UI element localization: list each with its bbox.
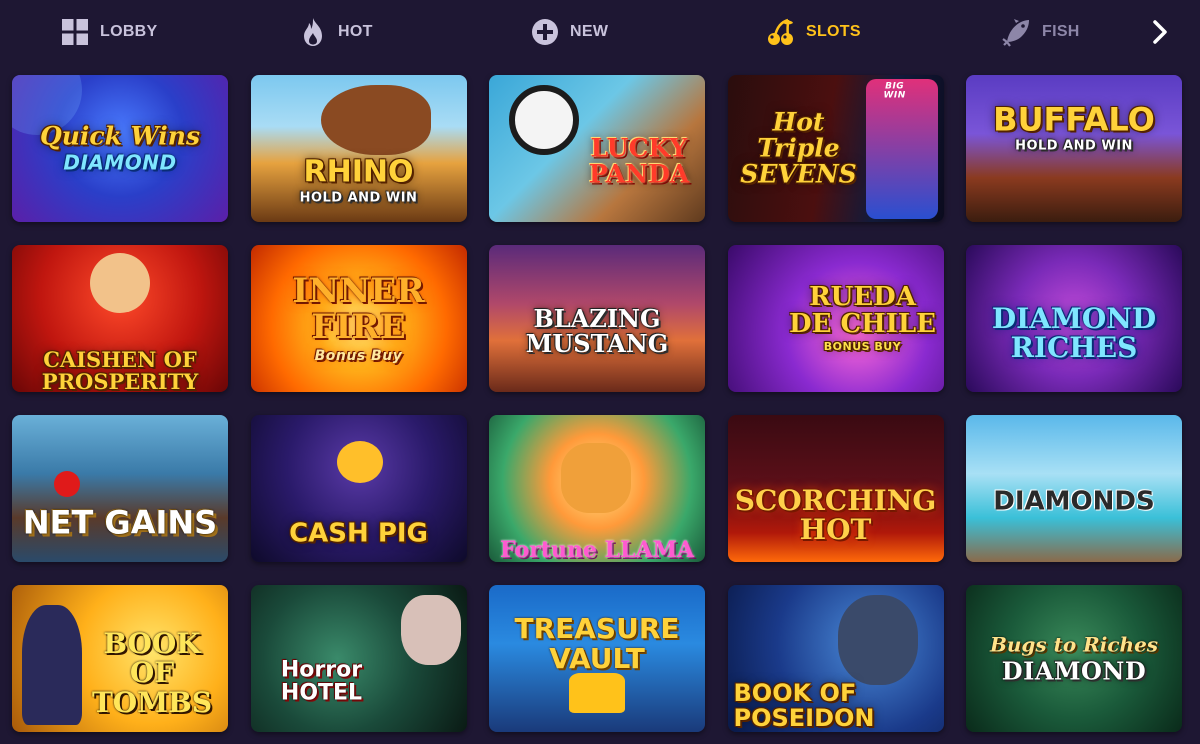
game-tile-inner-fire[interactable]: INNER FIRE Bonus Buy xyxy=(250,245,467,392)
game-title: BUFFALO HOLD AND WIN xyxy=(972,75,1176,187)
game-title: Bugs to Riches DIAMOND xyxy=(972,613,1176,704)
game-subtitle: BIG WIN xyxy=(883,80,906,101)
game-title-text: INNER FIRE xyxy=(292,270,425,347)
game-tile-rueda-de-chile[interactable]: RUEDA DE CHILE BONUS BUY xyxy=(727,245,944,392)
game-tile-diamond-riches[interactable]: DIAMOND RICHES xyxy=(966,245,1182,392)
grid-icon xyxy=(60,17,90,47)
game-title-text: BOOK OF TOMBS xyxy=(91,627,213,719)
game-tile-bugs-to-riches[interactable]: Bugs to Riches DIAMOND xyxy=(966,585,1182,732)
game-title: LUCKY PANDA xyxy=(579,109,699,188)
game-title: Horror HOTEL xyxy=(257,636,387,705)
game-title: BOOK OF POSEIDON xyxy=(734,656,938,732)
game-tile-diamonds[interactable]: DIAMONDS xyxy=(966,415,1182,562)
game-tile-scorching-hot[interactable]: SCORCHING HOT xyxy=(727,415,944,562)
game-title: Hot Triple SEVENS BIG WIN xyxy=(734,81,905,214)
game-tile-book-of-tombs[interactable]: BOOK OF TOMBS xyxy=(12,585,228,732)
llama-decor xyxy=(561,443,631,513)
game-title-text: DIAMOND RICHES xyxy=(991,301,1157,365)
game-title-text: CAISHEN OF PROSPERITY xyxy=(41,346,199,392)
game-title-text: LUCKY PANDA xyxy=(588,133,690,189)
game-title: NET GAINS xyxy=(18,473,222,540)
game-title-text: BLAZING MUSTANG xyxy=(525,303,669,359)
panda-decor xyxy=(509,85,579,155)
game-title: CASH PIG xyxy=(257,494,461,549)
game-title: RHINO HOLD AND WIN xyxy=(257,125,461,222)
vampire-decor xyxy=(400,595,461,665)
nav-next-button[interactable] xyxy=(1144,18,1176,50)
pig-decor xyxy=(336,441,383,483)
cherries-icon xyxy=(766,17,796,47)
game-title: RUEDA DE CHILE BONUS BUY xyxy=(788,257,938,381)
game-subtitle: Bonus Buy xyxy=(314,347,403,364)
game-tile-cash-pig[interactable]: CASH PIG xyxy=(250,415,467,562)
nav-label-new: NEW xyxy=(570,23,609,40)
anubis-decor xyxy=(22,605,82,725)
game-subtitle: HOLD AND WIN xyxy=(1015,138,1133,154)
game-tile-book-of-poseidon[interactable]: BOOK OF POSEIDON xyxy=(727,585,944,732)
game-title-text: RUEDA DE CHILE xyxy=(789,281,936,340)
game-title-text: DIAMONDS xyxy=(993,486,1155,517)
nav-new[interactable]: NEW xyxy=(530,14,608,50)
game-tile-horror-hotel[interactable]: Horror HOTEL xyxy=(250,585,467,732)
fish-icon xyxy=(1002,17,1032,47)
game-tile-treasure-vault[interactable]: TREASURE VAULT xyxy=(489,585,705,732)
flame-icon xyxy=(298,17,328,47)
crown-decor xyxy=(569,673,625,713)
nav-label-lobby: LOBBY xyxy=(100,23,158,40)
game-tile-hot-triple-sevens[interactable]: Hot Triple SEVENS BIG WIN xyxy=(727,75,944,222)
nav-hot[interactable]: HOT xyxy=(298,14,373,50)
game-tile-caishen[interactable]: CAISHEN OF PROSPERITY xyxy=(12,245,228,392)
game-title-text: NET GAINS xyxy=(22,503,218,542)
nav-slots[interactable]: SLOTS xyxy=(766,14,861,50)
nav-label-fish: FISH xyxy=(1042,23,1080,40)
game-title-text: RHINO xyxy=(303,154,414,190)
game-title: Fortune LLAMA xyxy=(495,515,699,561)
game-subtitle: DIAMOND xyxy=(1001,655,1147,685)
game-subtitle: BONUS BUY xyxy=(823,340,902,354)
nav-label-slots: SLOTS xyxy=(806,23,861,40)
plus-circle-icon xyxy=(530,17,560,47)
game-title: DIAMOND RICHES xyxy=(972,274,1176,365)
game-title-text: TREASURE VAULT xyxy=(514,612,680,675)
game-tile-quick-wins-diamond[interactable]: Quick Wins DIAMOND xyxy=(12,75,228,222)
game-title: SCORCHING HOT xyxy=(734,456,938,544)
game-title: DIAMONDS xyxy=(972,461,1176,516)
game-tile-blazing-mustang[interactable]: BLAZING MUSTANG xyxy=(489,245,705,392)
game-title-text: Fortune LLAMA xyxy=(500,536,694,562)
category-nav: LOBBY HOT NEW SLOTS FISH xyxy=(0,0,1200,66)
game-title: BOOK OF TOMBS xyxy=(82,600,222,718)
game-title-text: SCORCHING HOT xyxy=(734,483,937,546)
nav-fish[interactable]: FISH xyxy=(1002,14,1080,50)
game-title-text: Hot Triple SEVENS xyxy=(740,107,857,189)
game-title-text: Horror HOTEL xyxy=(280,657,363,706)
chevron-right-icon xyxy=(1151,19,1169,50)
game-title: Quick Wins DIAMOND xyxy=(18,97,222,200)
game-title-text: Bugs to Riches xyxy=(989,631,1159,656)
nav-label-hot: HOT xyxy=(338,23,373,40)
game-title-text: Quick Wins xyxy=(39,121,201,151)
game-title: CAISHEN OF PROSPERITY xyxy=(18,327,222,392)
game-title: INNER FIRE Bonus Buy xyxy=(257,245,461,392)
game-title-text: BOOK OF POSEIDON xyxy=(733,679,875,732)
game-title-text: CASH PIG xyxy=(289,518,428,549)
game-title: BLAZING MUSTANG xyxy=(495,281,699,357)
game-tile-lucky-panda[interactable]: LUCKY PANDA xyxy=(489,75,705,222)
game-grid: Quick Wins DIAMOND RHINO HOLD AND WIN LU… xyxy=(12,75,1182,732)
game-subtitle: DIAMOND xyxy=(63,150,177,175)
game-tile-rhino[interactable]: RHINO HOLD AND WIN xyxy=(250,75,467,222)
game-tile-buffalo[interactable]: BUFFALO HOLD AND WIN xyxy=(966,75,1182,222)
game-tile-net-gains[interactable]: NET GAINS xyxy=(12,415,228,562)
game-tile-fortune-llama[interactable]: Fortune LLAMA xyxy=(489,415,705,562)
nav-lobby[interactable]: LOBBY xyxy=(60,14,158,50)
game-title: TREASURE VAULT xyxy=(495,585,699,673)
caishen-face-decor xyxy=(90,253,150,313)
game-subtitle: HOLD AND WIN xyxy=(299,190,418,206)
game-title-text: BUFFALO xyxy=(993,99,1155,138)
